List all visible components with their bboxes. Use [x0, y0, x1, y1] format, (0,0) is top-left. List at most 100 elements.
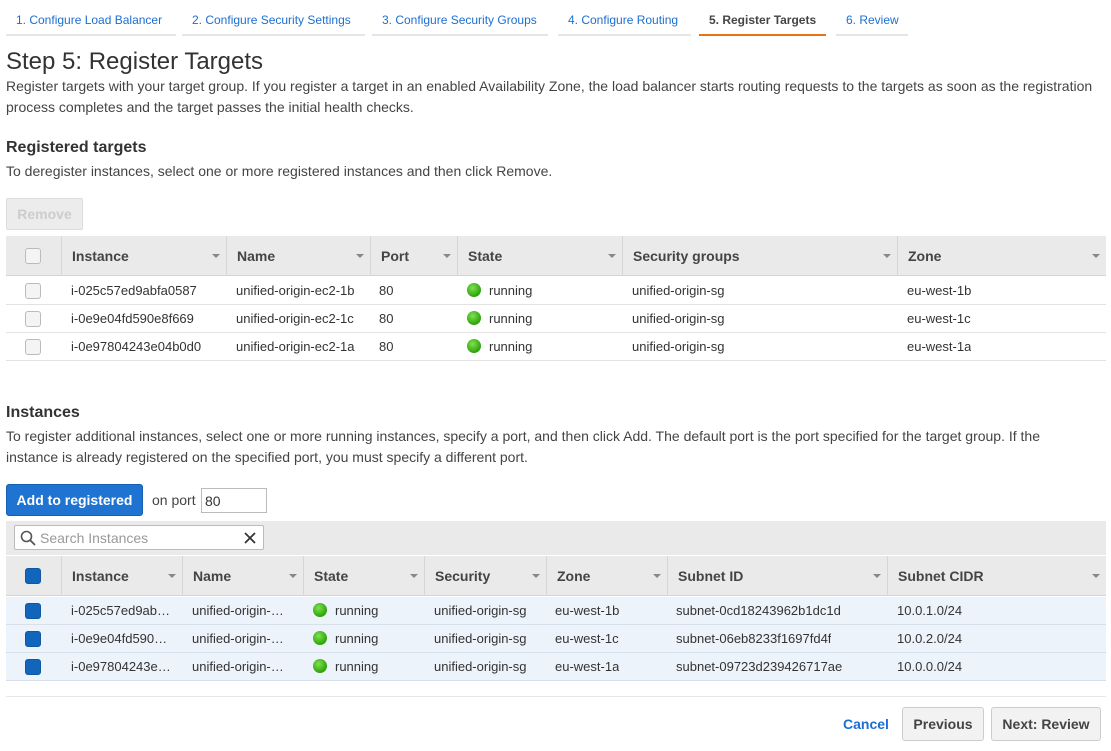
- instance-name: unified-origin-ec2-1b: [236, 283, 355, 298]
- state-label: running: [489, 339, 533, 354]
- column-label: Security groups: [633, 248, 740, 264]
- column-label: Zone: [557, 568, 591, 584]
- tab-configure-load-balancer[interactable]: 1. Configure Load Balancer: [6, 6, 176, 36]
- state: running: [313, 597, 378, 625]
- subnet-cidr: 10.0.0.0/24: [897, 659, 963, 674]
- state: running: [467, 333, 532, 361]
- column-header-name[interactable]: Name: [182, 556, 303, 596]
- tab-configure-security-groups[interactable]: 3. Configure Security Groups: [372, 6, 548, 36]
- running-status-icon: [313, 659, 327, 673]
- row-checkbox[interactable]: [25, 283, 41, 299]
- column-header-zone[interactable]: Zone: [546, 556, 667, 596]
- instance-id: i-0e9e04fd590e8f669: [71, 311, 194, 326]
- page-title: Step 5: Register Targets: [6, 48, 264, 75]
- row-checkbox[interactable]: [25, 339, 41, 355]
- instance-name: unified-origin-ec2-1c: [236, 311, 354, 326]
- sort-caret-icon: [1092, 254, 1100, 258]
- port-value: 80: [379, 311, 394, 326]
- table-row[interactable]: i-025c57ed9ab… unified-origin-… running …: [6, 597, 1106, 625]
- sort-caret-icon: [212, 254, 220, 258]
- table-row[interactable]: i-0e9e04fd590… unified-origin-… running …: [6, 625, 1106, 653]
- search-input[interactable]: [40, 528, 235, 547]
- state-label: running: [335, 603, 379, 618]
- sort-caret-icon: [168, 574, 176, 578]
- column-header-instance[interactable]: Instance: [61, 556, 182, 596]
- state: running: [313, 653, 378, 681]
- sort-caret-icon: [1092, 574, 1100, 578]
- table-row[interactable]: i-0e97804243e… unified-origin-… running …: [6, 653, 1106, 681]
- tab-review[interactable]: 6. Review: [836, 6, 908, 36]
- column-header-security-groups[interactable]: Security groups: [622, 236, 897, 276]
- port-value: 80: [379, 283, 394, 298]
- wizard-tabs: 1. Configure Load Balancer 2. Configure …: [0, 0, 1111, 40]
- sort-caret-icon: [608, 254, 616, 258]
- search-icon: [20, 530, 36, 546]
- subnet-id: subnet-06eb8233f1697fd4f: [676, 631, 832, 646]
- select-all-checkbox[interactable]: [25, 248, 41, 264]
- sort-caret-icon: [873, 574, 881, 578]
- row-checkbox[interactable]: [25, 631, 41, 647]
- table-header: Instance Name State Security Zone Subnet…: [6, 556, 1106, 596]
- footer-divider: [6, 696, 1106, 697]
- instances-table: Instance Name State Security Zone Subnet…: [6, 556, 1106, 681]
- column-header-subnet-cidr[interactable]: Subnet CIDR: [887, 556, 1106, 596]
- security-group: unified-origin-sg: [434, 631, 527, 646]
- instance-name: unified-origin-ec2-1a: [236, 339, 355, 354]
- sort-caret-icon: [443, 254, 451, 258]
- page-description: Register targets with your target group.…: [6, 78, 1093, 115]
- select-all-checkbox[interactable]: [25, 568, 41, 584]
- row-checkbox[interactable]: [25, 311, 41, 327]
- column-header-instance[interactable]: Instance: [61, 236, 226, 276]
- sort-caret-icon: [883, 254, 891, 258]
- running-status-icon: [467, 339, 481, 353]
- column-label: Instance: [72, 568, 129, 584]
- security-group: unified-origin-sg: [632, 311, 725, 326]
- column-header-name[interactable]: Name: [226, 236, 370, 276]
- state: running: [313, 625, 378, 653]
- row-checkbox[interactable]: [25, 659, 41, 675]
- clear-search-icon[interactable]: [243, 531, 257, 545]
- table-header: Instance Name Port State Security groups…: [6, 236, 1106, 276]
- tab-register-targets[interactable]: 5. Register Targets: [699, 6, 826, 36]
- instance-id: i-0e97804243e…: [71, 659, 171, 674]
- column-label: Zone: [908, 248, 942, 264]
- tab-configure-routing[interactable]: 4. Configure Routing: [558, 6, 691, 36]
- port-value: 80: [379, 339, 394, 354]
- column-header-subnet-id[interactable]: Subnet ID: [667, 556, 887, 596]
- instance-id: i-0e9e04fd590…: [71, 631, 168, 646]
- row-checkbox[interactable]: [25, 603, 41, 619]
- search-box[interactable]: [14, 525, 264, 550]
- column-label: State: [468, 248, 503, 264]
- column-header-state[interactable]: State: [457, 236, 622, 276]
- state-label: running: [489, 311, 533, 326]
- sort-caret-icon: [289, 574, 297, 578]
- column-header-state[interactable]: State: [303, 556, 424, 596]
- sort-caret-icon: [356, 254, 364, 258]
- next-review-button[interactable]: Next: Review: [991, 707, 1101, 741]
- state-label: running: [335, 631, 379, 646]
- port-input[interactable]: [201, 488, 267, 513]
- table-row[interactable]: i-025c57ed9abfa0587 unified-origin-ec2-1…: [6, 277, 1106, 305]
- column-label: State: [314, 568, 349, 584]
- sort-caret-icon: [653, 574, 661, 578]
- column-header-zone[interactable]: Zone: [897, 236, 1106, 276]
- column-header-port[interactable]: Port: [370, 236, 457, 276]
- add-to-registered-button[interactable]: Add to registered: [6, 484, 143, 516]
- tab-configure-security-settings[interactable]: 2. Configure Security Settings: [182, 6, 365, 36]
- registered-targets-title: Registered targets: [6, 139, 147, 156]
- subnet-id: subnet-09723d239426717ae: [676, 659, 843, 674]
- running-status-icon: [467, 283, 481, 297]
- table-row[interactable]: i-0e97804243e04b0d0 unified-origin-ec2-1…: [6, 333, 1106, 361]
- table-row[interactable]: i-0e9e04fd590e8f669 unified-origin-ec2-1…: [6, 305, 1106, 333]
- security-group: unified-origin-sg: [434, 659, 527, 674]
- remove-button[interactable]: Remove: [6, 198, 83, 230]
- zone: eu-west-1c: [555, 631, 619, 646]
- cancel-link[interactable]: Cancel: [843, 716, 889, 732]
- previous-button[interactable]: Previous: [902, 707, 984, 741]
- column-label: Port: [381, 248, 409, 264]
- column-label: Security: [435, 568, 491, 584]
- column-header-security[interactable]: Security: [424, 556, 546, 596]
- column-label: Subnet ID: [678, 568, 744, 584]
- registered-targets-description: To deregister instances, select one or m…: [6, 163, 553, 179]
- security-group: unified-origin-sg: [632, 339, 725, 354]
